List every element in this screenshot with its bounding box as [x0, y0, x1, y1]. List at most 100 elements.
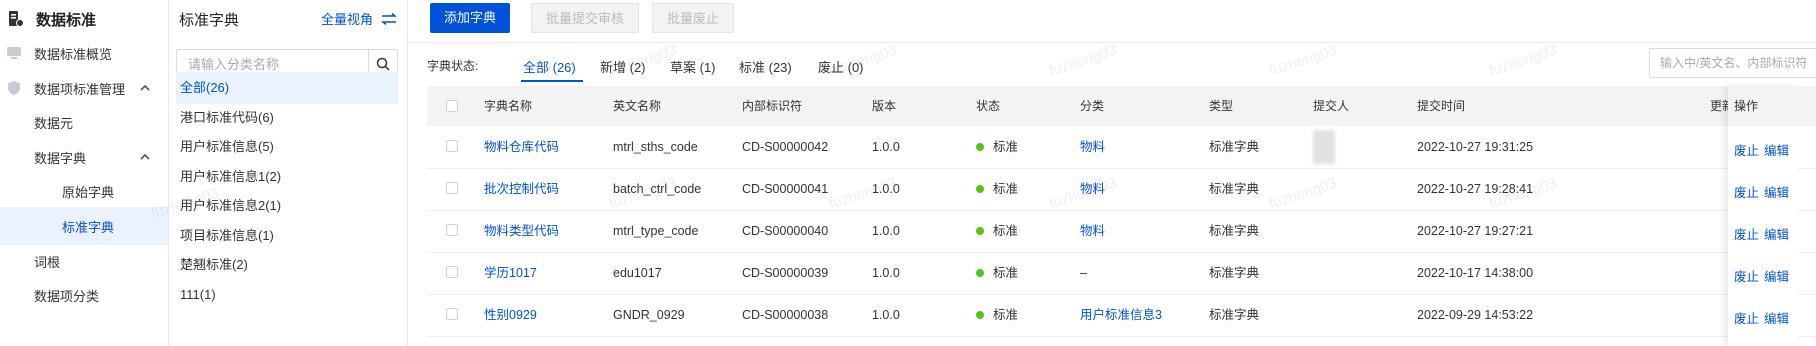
nav-item-data-dictionary[interactable]: 数据字典	[0, 138, 168, 176]
shield-icon	[8, 81, 20, 95]
operation-column: 操作 废止 编辑 废止 编辑 废止 编辑 废止 编辑 废止 编辑	[1728, 86, 1797, 346]
edit-link[interactable]: 编辑	[1764, 140, 1789, 159]
internal-id: CD-S00000039	[742, 266, 829, 280]
abolish-link[interactable]: 废止	[1734, 308, 1759, 327]
nav-item-data-item-category[interactable]: 数据项分类	[0, 276, 168, 314]
edit-link[interactable]: 编辑	[1764, 182, 1789, 201]
nav-item-label: 数据项分类	[34, 288, 100, 304]
column-header[interactable]: 类型	[1209, 86, 1233, 126]
batch-abolish-button[interactable]: 批量废止	[652, 3, 735, 33]
status-text: 标准	[993, 182, 1019, 196]
submit-time: 2022-10-27 19:28:41	[1417, 182, 1534, 196]
category-panel: 标准字典 全量视角 全部(26) 港口标准代码(6) 用户标准信息(5) 用户标…	[169, 0, 408, 346]
category-item[interactable]: 全部(26)	[176, 72, 398, 104]
status-tab-new[interactable]: 新增 (2)	[600, 57, 646, 76]
category-link[interactable]: 物料	[1080, 168, 1105, 210]
table-header: 字典名称 英文名称 内部标识符 版本 状态 分类 类型 提交人 提交时间 更新人	[427, 86, 1816, 126]
status-cell: 标准	[976, 210, 1018, 252]
category-item[interactable]: 项目标准信息(1)	[176, 220, 398, 252]
status-tab-draft[interactable]: 草案 (1)	[670, 57, 716, 76]
nav-header: 数据标准	[0, 0, 168, 38]
dictionary-name-link[interactable]: 性别0929	[484, 294, 537, 336]
english-name: edu1017	[613, 266, 662, 280]
category-item[interactable]: 楚翘标准(2)	[176, 249, 398, 281]
column-header[interactable]: 状态	[976, 86, 1000, 126]
table-row: 批次控制代码 batch_ctrl_code CD-S00000041 1.0.…	[427, 168, 1816, 211]
category-item[interactable]: 用户标准信息2(1)	[176, 190, 398, 222]
column-header: 操作	[1734, 99, 1759, 113]
nav-item-data-element[interactable]: 数据元	[0, 103, 168, 141]
nav-item-label: 数据元	[34, 115, 74, 131]
dictionary-name-link[interactable]: 学历1017	[484, 252, 537, 294]
side-nav: 数据标准 数据标准概览 数据项标准管理 数据元 数据字典 原始字典 标准字典 词…	[0, 0, 169, 346]
row-checkbox[interactable]	[446, 266, 458, 278]
toolbar-divider	[408, 42, 1816, 43]
row-checkbox[interactable]	[446, 140, 458, 152]
select-all-checkbox[interactable]	[446, 100, 458, 112]
main-content: 添加字典 批量提交审核 批量废止 字典状态: 全部 (26) 新增 (2) 草案…	[408, 0, 1816, 346]
nav-item-overview[interactable]: 数据标准概览	[0, 34, 168, 72]
category-item[interactable]: 用户标准信息(5)	[176, 131, 398, 163]
category-link[interactable]: 物料	[1080, 210, 1105, 252]
table-row: 学历1017 edu1017 CD-S00000039 1.0.0 标准 – 标…	[427, 252, 1816, 295]
row-checkbox[interactable]	[446, 308, 458, 320]
edit-link[interactable]: 编辑	[1764, 224, 1789, 243]
dictionary-name-link[interactable]: 物料仓库代码	[484, 126, 559, 168]
nav-item-label: 数据字典	[34, 150, 87, 166]
status-filter-label: 字典状态:	[427, 59, 479, 73]
status-text: 标准	[993, 140, 1019, 154]
switch-icon	[381, 12, 397, 25]
abolish-link[interactable]: 废止	[1734, 140, 1759, 159]
nav-item-raw-dictionary[interactable]: 原始字典	[0, 172, 168, 210]
internal-id: CD-S00000041	[742, 182, 829, 196]
column-header[interactable]: 内部标识符	[742, 86, 802, 126]
row-checkbox[interactable]	[446, 224, 458, 236]
english-name: GNDR_0929	[613, 308, 685, 322]
version: 1.0.0	[872, 308, 900, 322]
batch-submit-button[interactable]: 批量提交审核	[531, 3, 640, 33]
status-text: 标准	[993, 224, 1019, 238]
nav-item-standard-dictionary[interactable]: 标准字典	[0, 207, 168, 245]
internal-id: CD-S00000038	[742, 308, 829, 322]
edit-link[interactable]: 编辑	[1764, 308, 1789, 327]
nav-item-word-root[interactable]: 词根	[0, 242, 168, 280]
column-header[interactable]: 版本	[872, 86, 896, 126]
column-header[interactable]: 英文名称	[613, 86, 661, 126]
full-view-toggle[interactable]: 全量视角	[321, 9, 397, 28]
dictionary-name-link[interactable]: 物料类型代码	[484, 210, 559, 252]
column-header[interactable]: 分类	[1080, 86, 1104, 126]
status-cell: 标准	[976, 168, 1018, 210]
abolish-link[interactable]: 废止	[1734, 224, 1759, 243]
category-item[interactable]: 111(1)	[176, 279, 398, 311]
type: 标准字典	[1209, 224, 1260, 238]
table-row: 物料类型代码 mtrl_type_code CD-S00000040 1.0.0…	[427, 210, 1816, 253]
version: 1.0.0	[872, 224, 900, 238]
chevron-up-icon[interactable]	[140, 152, 150, 163]
nav-item-data-item-mgmt[interactable]: 数据项标准管理	[0, 69, 168, 107]
table-search	[1649, 48, 1816, 78]
abolish-link[interactable]: 废止	[1734, 182, 1759, 201]
category-text: –	[1080, 266, 1087, 280]
nav-item-label: 原始字典	[62, 184, 115, 200]
category-item[interactable]: 用户标准信息1(2)	[176, 161, 398, 193]
column-header[interactable]: 提交人	[1313, 86, 1349, 126]
status-tab-abolished[interactable]: 废止 (0)	[818, 57, 864, 76]
status-tab-all[interactable]: 全部 (26)	[523, 57, 576, 76]
status-tab-standard[interactable]: 标准 (23)	[739, 57, 792, 76]
submit-time: 2022-10-27 19:31:25	[1417, 140, 1534, 154]
category-item[interactable]: 港口标准代码(6)	[176, 102, 398, 134]
table-search-input[interactable]	[1650, 49, 1816, 77]
dictionary-name-link[interactable]: 批次控制代码	[484, 168, 559, 210]
chevron-up-icon[interactable]	[140, 83, 150, 94]
abolish-link[interactable]: 废止	[1734, 266, 1759, 285]
add-dictionary-button[interactable]: 添加字典	[430, 3, 511, 33]
category-link[interactable]: 用户标准信息3	[1080, 294, 1162, 336]
column-header[interactable]: 字典名称	[484, 86, 532, 126]
active-tab-underline	[521, 80, 583, 82]
row-checkbox[interactable]	[446, 182, 458, 194]
column-header[interactable]: 提交时间	[1417, 86, 1465, 126]
internal-id: CD-S00000042	[742, 140, 829, 154]
status-dot	[976, 184, 984, 193]
category-link[interactable]: 物料	[1080, 126, 1105, 168]
edit-link[interactable]: 编辑	[1764, 266, 1789, 285]
